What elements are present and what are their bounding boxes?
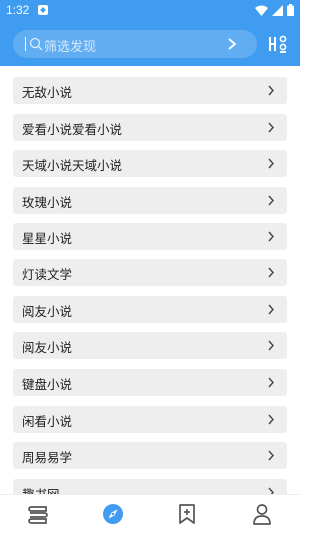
chevron-right-icon (268, 231, 274, 242)
chevron-right-icon (268, 377, 274, 388)
chevron-right-icon (268, 267, 274, 278)
chevron-right-icon (268, 414, 274, 425)
list-item[interactable]: 星星小说 (13, 223, 287, 250)
list-item-label: 爱看小说爱看小说 (22, 122, 123, 137)
search-placeholder: 筛选发现 (44, 40, 97, 55)
chevron-right-icon[interactable] (225, 37, 239, 51)
battery-icon (287, 4, 294, 16)
search-input[interactable]: 筛选发现 (13, 30, 257, 58)
list-item-label: 阅友小说 (22, 304, 73, 319)
wifi-icon (255, 5, 268, 16)
list-item[interactable]: 天域小说天域小说 (13, 150, 287, 177)
list-item[interactable]: 爱看小说爱看小说 (13, 114, 287, 141)
bookmark-add-icon (179, 504, 195, 524)
list-item-label: 闲看小说 (22, 414, 73, 429)
text-cursor (25, 37, 26, 51)
list-item-label: 玫瑰小说 (22, 195, 73, 210)
list-item-label: 周易易学 (22, 450, 73, 465)
list-item-label: 无敌小说 (22, 85, 73, 100)
nav-bookmark-button[interactable] (175, 502, 199, 526)
chevron-right-icon (268, 85, 274, 96)
bookshelf-icon (28, 506, 48, 524)
list-item[interactable]: 玫瑰小说 (13, 187, 287, 214)
compass-icon (103, 504, 123, 524)
chevron-right-icon (268, 122, 274, 133)
top-app-bar: 1:32 筛选发现 (0, 0, 300, 66)
profile-icon (253, 504, 271, 525)
chevron-right-icon (268, 304, 274, 315)
chevron-right-icon (268, 195, 274, 206)
nav-bookshelf-button[interactable] (26, 502, 50, 526)
list-item-label: 天域小说天域小说 (22, 158, 123, 173)
list-item[interactable]: 阅友小说 (13, 332, 287, 359)
list-item-label: 灯读文学 (22, 267, 73, 282)
status-icons (255, 4, 294, 16)
list-item[interactable]: 闲看小说 (13, 406, 287, 433)
nav-profile-button[interactable] (250, 502, 274, 526)
notification-app-icon (38, 5, 48, 15)
chevron-right-icon (268, 487, 274, 494)
chevron-right-icon (268, 158, 274, 169)
list-item[interactable]: 无敌小说 (13, 77, 287, 104)
list-item-label: 趣书网 (22, 484, 60, 494)
list-item[interactable]: 趣书网 (13, 479, 287, 494)
chevron-right-icon (268, 450, 274, 461)
list-item[interactable]: 灯读文学 (13, 259, 287, 286)
chevron-right-icon (268, 340, 274, 351)
status-time: 1:32 (6, 3, 30, 17)
nav-discover-button[interactable] (101, 502, 125, 526)
bottom-navigation (0, 494, 300, 533)
list-item-label: 键盘小说 (22, 377, 73, 392)
list-item-label: 星星小说 (22, 231, 73, 246)
status-bar: 1:32 (0, 0, 300, 20)
list-item[interactable]: 阅友小说 (13, 296, 287, 323)
signal-icon (272, 4, 283, 16)
source-list: 无敌小说 爱看小说爱看小说 天域小说天域小说 玫瑰小说 星星小说 灯读文学 阅友… (0, 66, 300, 494)
list-item-label: 阅友小说 (22, 340, 73, 355)
list-item[interactable]: 键盘小说 (13, 369, 287, 396)
layout-switch-button[interactable] (266, 30, 290, 58)
search-row: 筛选发现 (0, 28, 300, 60)
grid-layout-icon (269, 35, 287, 53)
search-icon (29, 37, 43, 51)
list-item[interactable]: 周易易学 (13, 442, 287, 469)
